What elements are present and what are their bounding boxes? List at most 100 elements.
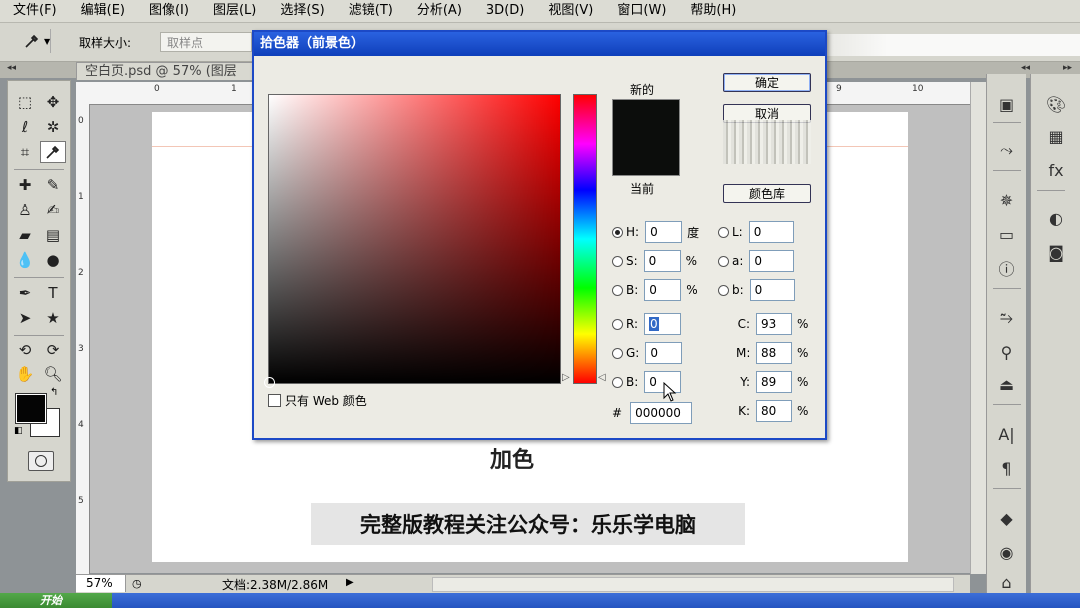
collapse-right-icon[interactable]: ▸▸ — [1063, 63, 1072, 73]
hex-input[interactable]: 000000 — [630, 402, 693, 424]
menu-window[interactable]: 窗口(W) — [604, 0, 677, 22]
start-button[interactable]: 开始 — [0, 593, 112, 608]
lasso-tool-icon[interactable]: ℓ — [12, 116, 38, 138]
web-colors-only[interactable]: 只有 Web 颜色 — [268, 392, 367, 409]
pen-tool-icon[interactable]: ✒ — [12, 282, 38, 304]
move-tool-icon[interactable]: ✥ — [40, 91, 66, 113]
dialog-title[interactable]: 拾色器（前景色） — [254, 32, 825, 56]
default-colors-icon[interactable]: ◧ — [14, 426, 23, 436]
paragraph-icon[interactable]: ¶ — [987, 456, 1026, 480]
green-input[interactable]: 0 — [645, 342, 683, 364]
menu-edit[interactable]: 编辑(E) — [68, 0, 136, 22]
horizontal-scrollbar[interactable] — [432, 577, 954, 592]
hand-tool-icon[interactable]: ✋ — [12, 363, 38, 385]
menu-3d[interactable]: 3D(D) — [473, 0, 535, 22]
color-field-marker[interactable] — [264, 377, 275, 388]
healing-brush-icon[interactable]: ✚ — [12, 174, 38, 196]
brightness-radio[interactable] — [612, 284, 623, 296]
magic-wand-icon[interactable]: ✲ — [40, 116, 66, 138]
menu-image[interactable]: 图像(I) — [136, 0, 200, 22]
eraser-tool-icon[interactable]: ▰ — [12, 224, 38, 246]
menu-filter[interactable]: 滤镜(T) — [336, 0, 404, 22]
custom-shape-icon[interactable]: ★ — [40, 307, 66, 329]
lab-l-radio[interactable] — [718, 226, 729, 238]
cyan-input[interactable]: 93 — [756, 313, 792, 335]
menu-select[interactable]: 选择(S) — [267, 0, 335, 22]
color-field[interactable] — [264, 94, 561, 388]
yellow-input[interactable]: 89 — [756, 371, 792, 393]
quick-mask-button[interactable] — [28, 451, 54, 471]
dodge-tool-icon[interactable]: ● — [40, 249, 66, 271]
collapse-left-icon[interactable]: ◂◂ — [7, 63, 16, 73]
tool-preset-picker[interactable]: ▼ — [12, 29, 51, 53]
actions-icon[interactable]: ✵ — [987, 188, 1026, 212]
crop-tool-icon[interactable]: ⌗ — [12, 141, 38, 163]
red-input[interactable]: 0 — [644, 313, 682, 335]
history-brush-icon[interactable]: ✍ — [40, 199, 66, 221]
color-library-button[interactable]: 颜色库 — [723, 184, 811, 203]
hue-input[interactable]: 0 — [645, 221, 683, 243]
brushes-icon[interactable]: ⥲ — [987, 306, 1026, 330]
lab-b-input[interactable]: 0 — [749, 279, 795, 301]
hue-slider-right-arrow-icon[interactable]: ◁ — [598, 372, 606, 383]
hue-slider-left-arrow-icon[interactable]: ▷ — [562, 372, 570, 383]
status-info-icon[interactable]: ◷ — [132, 577, 142, 590]
menu-analysis[interactable]: 分析(A) — [404, 0, 473, 22]
hue-radio[interactable] — [612, 226, 623, 238]
type-tool-icon[interactable]: T — [40, 282, 66, 304]
3d-orbit-icon[interactable]: ⟳ — [40, 339, 66, 361]
menu-view[interactable]: 视图(V) — [535, 0, 604, 22]
blur-tool-icon[interactable]: 💧 — [12, 249, 38, 271]
masks-icon[interactable]: ◙ — [1031, 240, 1080, 264]
lab-l-input[interactable]: 0 — [748, 221, 794, 243]
swatches-icon[interactable]: ▦ — [1031, 124, 1080, 148]
info-icon[interactable]: ⓘ — [987, 256, 1026, 280]
current-color-swatch[interactable] — [612, 137, 680, 176]
web-colors-checkbox[interactable] — [268, 394, 281, 407]
histogram-icon[interactable]: ▭ — [987, 222, 1026, 246]
brightness-input[interactable]: 0 — [644, 279, 682, 301]
magenta-input[interactable]: 88 — [756, 342, 792, 364]
paths-icon[interactable]: ⌂ — [987, 570, 1026, 594]
saturation-radio[interactable] — [612, 255, 623, 267]
brush-tool-icon[interactable]: ✎ — [40, 174, 66, 196]
menu-help[interactable]: 帮助(H) — [677, 0, 747, 22]
lab-a-radio[interactable] — [718, 255, 729, 267]
character-icon[interactable]: A| — [987, 422, 1026, 446]
menu-layer[interactable]: 图层(L) — [200, 0, 267, 22]
tool-presets-icon[interactable]: ⏏ — [987, 372, 1026, 396]
color-icon[interactable]: 🎨︎ — [1031, 92, 1080, 116]
sample-size-select[interactable]: 取样点 — [160, 32, 252, 52]
swap-colors-icon[interactable]: ↰ — [50, 387, 58, 398]
status-menu-arrow-icon[interactable]: ▶ — [346, 577, 354, 588]
3d-rotate-icon[interactable]: ⟲ — [12, 339, 38, 361]
clone-stamp-icon[interactable]: ♙ — [12, 199, 38, 221]
expand-right-icon[interactable]: ◂◂ — [1021, 63, 1030, 73]
history-icon[interactable]: ⤳ — [987, 138, 1026, 162]
foreground-color-swatch[interactable] — [15, 393, 47, 424]
blue-radio[interactable] — [612, 376, 623, 388]
lab-b-radio[interactable] — [718, 284, 729, 296]
zoom-tool-icon[interactable]: 🔍︎ — [40, 363, 66, 385]
green-radio[interactable] — [612, 347, 623, 359]
zoom-field[interactable]: 57% — [76, 575, 126, 592]
marquee-tool-icon[interactable]: ⬚ — [12, 91, 38, 113]
hue-slider[interactable] — [573, 94, 597, 384]
gradient-tool-icon[interactable]: ▤ — [40, 224, 66, 246]
red-radio[interactable] — [612, 318, 623, 330]
adjustments-icon[interactable]: ◐ — [1031, 206, 1080, 230]
vertical-scrollbar[interactable] — [970, 82, 986, 574]
channels-icon[interactable]: ◉ — [987, 540, 1026, 564]
eyedropper-tool-icon[interactable] — [40, 141, 66, 163]
menu-file[interactable]: 文件(F) — [0, 0, 68, 22]
styles-icon[interactable]: fx — [1031, 158, 1080, 182]
layers-icon[interactable]: ◆ — [987, 506, 1026, 530]
black-input[interactable]: 80 — [756, 400, 792, 422]
path-select-icon[interactable]: ➤ — [12, 307, 38, 329]
navigator-icon[interactable]: ▣ — [987, 92, 1026, 116]
ok-button[interactable]: 确定 — [723, 73, 811, 92]
saturation-input[interactable]: 0 — [643, 250, 681, 272]
clone-source-icon[interactable]: ⚲ — [987, 340, 1026, 364]
document-tab[interactable]: 空白页.psd @ 57% (图层 — [76, 62, 256, 80]
lab-a-input[interactable]: 0 — [749, 250, 795, 272]
